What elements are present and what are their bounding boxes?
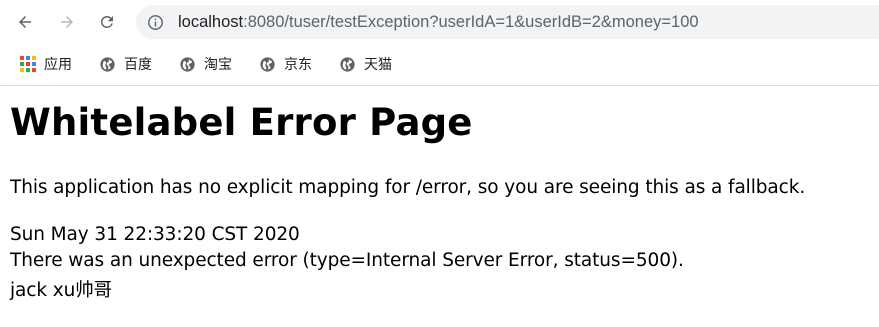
page-title: Whitelabel Error Page: [10, 101, 473, 144]
url-path: :8080/tuser/testException?userIdA=1&user…: [243, 13, 699, 31]
bookmark-label: 百度: [124, 57, 152, 73]
bookmark-taobao[interactable]: 淘宝: [179, 52, 232, 76]
globe-icon: [180, 56, 195, 72]
browser-chrome: localhost:8080/tuser/testException?userI…: [0, 0, 879, 86]
bookmark-label: 淘宝: [204, 57, 232, 73]
url-text[interactable]: localhost:8080/tuser/testException?userI…: [178, 11, 699, 33]
error-detail: There was an unexpected error (type=Inte…: [10, 250, 684, 271]
bookmark-jd[interactable]: 京东: [259, 52, 312, 76]
apps-grid-icon: [20, 56, 36, 72]
globe-icon: [100, 56, 115, 72]
bookmarks-bar: 应用 百度 淘宝 京东 天猫: [0, 49, 879, 79]
forward-button[interactable]: [54, 9, 80, 35]
error-description: This application has no explicit mapping…: [10, 177, 806, 198]
bookmark-tmall[interactable]: 天猫: [339, 52, 392, 76]
back-button[interactable]: [12, 9, 38, 35]
url-host: localhost: [178, 13, 244, 31]
reload-button[interactable]: [94, 9, 120, 35]
error-timestamp: Sun May 31 22:33:20 CST 2020: [10, 224, 300, 245]
bookmark-label: 京东: [284, 57, 312, 73]
globe-icon: [340, 56, 355, 72]
bookmark-label: 应用: [44, 57, 72, 73]
info-icon[interactable]: [147, 14, 164, 31]
bookmark-apps[interactable]: 应用: [20, 52, 72, 76]
error-message: jack xu帅哥: [10, 280, 113, 301]
bookmark-baidu[interactable]: 百度: [99, 52, 152, 76]
reload-icon: [101, 15, 113, 28]
globe-icon: [260, 56, 275, 72]
forward-arrow-icon: [61, 16, 73, 28]
address-bar[interactable]: localhost:8080/tuser/testException?userI…: [136, 5, 879, 39]
bookmark-label: 天猫: [364, 57, 392, 73]
back-arrow-icon: [19, 16, 31, 28]
